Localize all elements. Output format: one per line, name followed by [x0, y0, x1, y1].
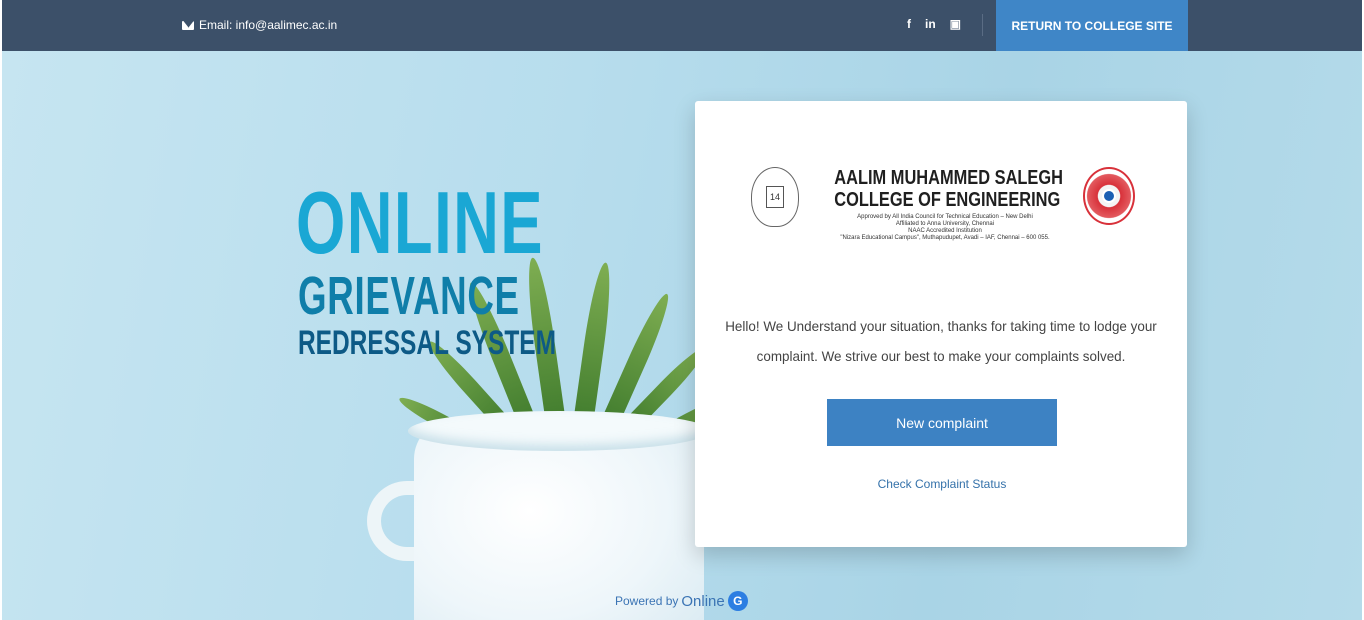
email-label: Email: info@aalimec.ac.in	[199, 18, 338, 32]
social-links: f in ▣	[907, 15, 961, 33]
powered-by[interactable]: Powered by Online G	[615, 591, 748, 611]
naac-logo	[1083, 167, 1135, 225]
title-grievance: GRIEVANCE	[298, 266, 520, 326]
college-name-line1: AALIM MUHAMMED SALEGH	[834, 167, 1063, 189]
email-contact[interactable]: Email: info@aalimec.ac.in	[182, 18, 337, 32]
envelope-icon	[182, 20, 194, 30]
youtube-icon[interactable]: ▣	[950, 15, 961, 33]
college-header: AALIM MUHAMMED SALEGH COLLEGE OF ENGINEE…	[810, 167, 1080, 242]
return-to-college-site-button[interactable]: RETURN TO COLLEGE SITE	[996, 0, 1188, 51]
powered-by-label: Powered by	[615, 594, 679, 608]
welcome-card: 14 AALIM MUHAMMED SALEGH COLLEGE OF ENGI…	[695, 101, 1187, 547]
facebook-icon[interactable]: f	[907, 15, 911, 33]
affiliation-line: Affiliated to Anna University, Chennai	[895, 221, 995, 227]
approval-line: Approved by All India Council for Techni…	[857, 214, 1033, 220]
address-line: "Nizara Educational Campus", Muthapudupe…	[840, 235, 1050, 241]
title-redressal-system: REDRESSAL SYSTEM	[298, 324, 556, 362]
welcome-message: Hello! We Understand your situation, tha…	[725, 318, 1157, 364]
top-bar: Email: info@aalimec.ac.in f in ▣ RETURN …	[2, 0, 1362, 51]
emblem-shield: 14	[766, 186, 784, 208]
brand-g-icon: G	[727, 591, 748, 611]
new-complaint-button[interactable]: New complaint	[827, 399, 1057, 446]
page-frame: Email: info@aalimec.ac.in f in ▣ RETURN …	[2, 0, 1362, 620]
hero-section: ONLINE GRIEVANCE REDRESSAL SYSTEM 14 AAL…	[2, 51, 1362, 620]
accreditation-line: NAAC Accredited Institution	[908, 228, 982, 234]
college-emblem-logo: 14	[751, 167, 799, 227]
topbar-divider	[982, 14, 983, 36]
title-online: ONLINE	[296, 173, 545, 272]
pot-rim	[408, 411, 710, 451]
college-name-line2: COLLEGE OF ENGINEERING	[834, 189, 1061, 211]
check-complaint-status-link[interactable]: Check Complaint Status	[827, 477, 1057, 491]
linkedin-icon[interactable]: in	[925, 15, 936, 33]
naac-emblem	[1102, 189, 1116, 203]
brand-label: Online	[681, 592, 725, 610]
